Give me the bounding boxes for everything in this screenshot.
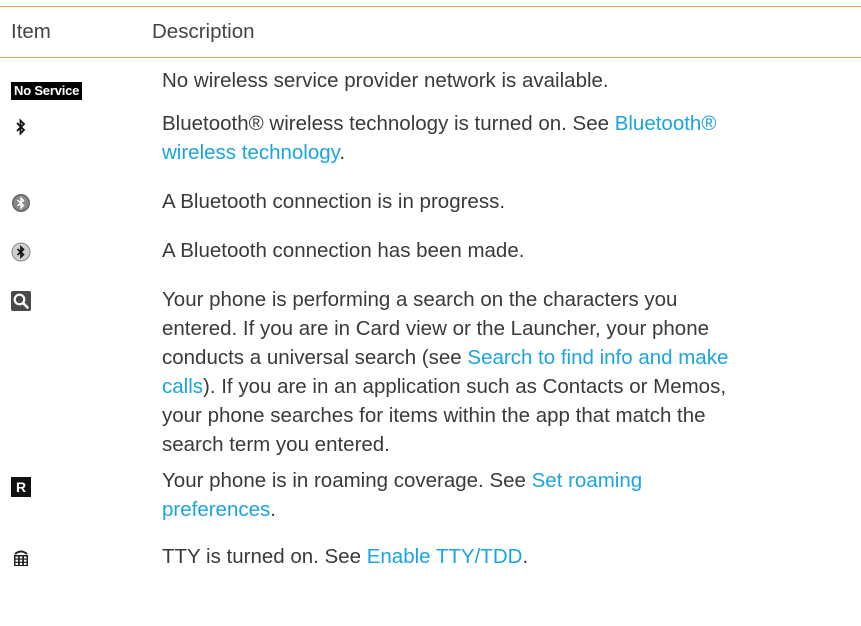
table-row: TTY is turned on. See Enable TTY/TDD. (0, 542, 861, 582)
tty-link[interactable]: Enable TTY/TDD (367, 545, 523, 568)
roaming-icon: R (11, 477, 31, 497)
icon-cell (0, 236, 162, 270)
row-description: A Bluetooth connection is in progress. (162, 187, 747, 216)
icon-cell: R (0, 466, 162, 500)
bluetooth-connected-icon (11, 242, 31, 262)
search-icon (11, 291, 31, 311)
bluetooth-on-icon (11, 117, 31, 137)
description-text-end: . (339, 141, 346, 164)
description-text: Bluetooth® wireless technology is turned… (162, 112, 615, 135)
description-text: No wireless service provider network is … (162, 69, 609, 92)
row-description: No wireless service provider network is … (162, 66, 747, 95)
row-description: Your phone is performing a search on the… (162, 285, 747, 459)
description-text-end: ). If you are in an application such as … (162, 375, 727, 456)
description-text: TTY is turned on. See (162, 545, 367, 568)
row-description: A Bluetooth connection has been made. (162, 236, 747, 265)
icon-cell: No Service (0, 66, 162, 103)
description-text: A Bluetooth connection has been made. (162, 239, 525, 262)
description-text-end: . (522, 545, 529, 568)
table-row: A Bluetooth connection has been made. (0, 236, 861, 285)
row-description: Your phone is in roaming coverage. See S… (162, 466, 747, 524)
icon-cell (0, 109, 162, 145)
table-row: Bluetooth® wireless technology is turned… (0, 109, 861, 187)
table-row: R Your phone is in roaming coverage. See… (0, 466, 861, 542)
icon-cell (0, 542, 162, 576)
table-row: No Service No wireless service provider … (0, 66, 861, 109)
icon-cell (0, 187, 162, 221)
table-row: A Bluetooth connection is in progress. (0, 187, 861, 236)
status-icons-table: Item Description No Service No wireless … (0, 6, 861, 582)
description-text: Your phone is in roaming coverage. See (162, 469, 532, 492)
table-row: Your phone is performing a search on the… (0, 285, 861, 466)
row-description: Bluetooth® wireless technology is turned… (162, 109, 747, 167)
tty-icon (11, 548, 31, 568)
description-text: A Bluetooth connection is in progress. (162, 190, 506, 213)
description-text-end: . (270, 498, 276, 521)
header-item: Item (11, 20, 51, 43)
bluetooth-connecting-icon (11, 193, 31, 213)
table-header-row: Item Description (0, 7, 861, 58)
row-description: TTY is turned on. See Enable TTY/TDD. (162, 542, 747, 571)
header-description: Description (152, 20, 255, 43)
icon-cell (0, 285, 162, 319)
roaming-icon-letter: R (15, 479, 27, 495)
no-service-icon: No Service (11, 82, 83, 100)
